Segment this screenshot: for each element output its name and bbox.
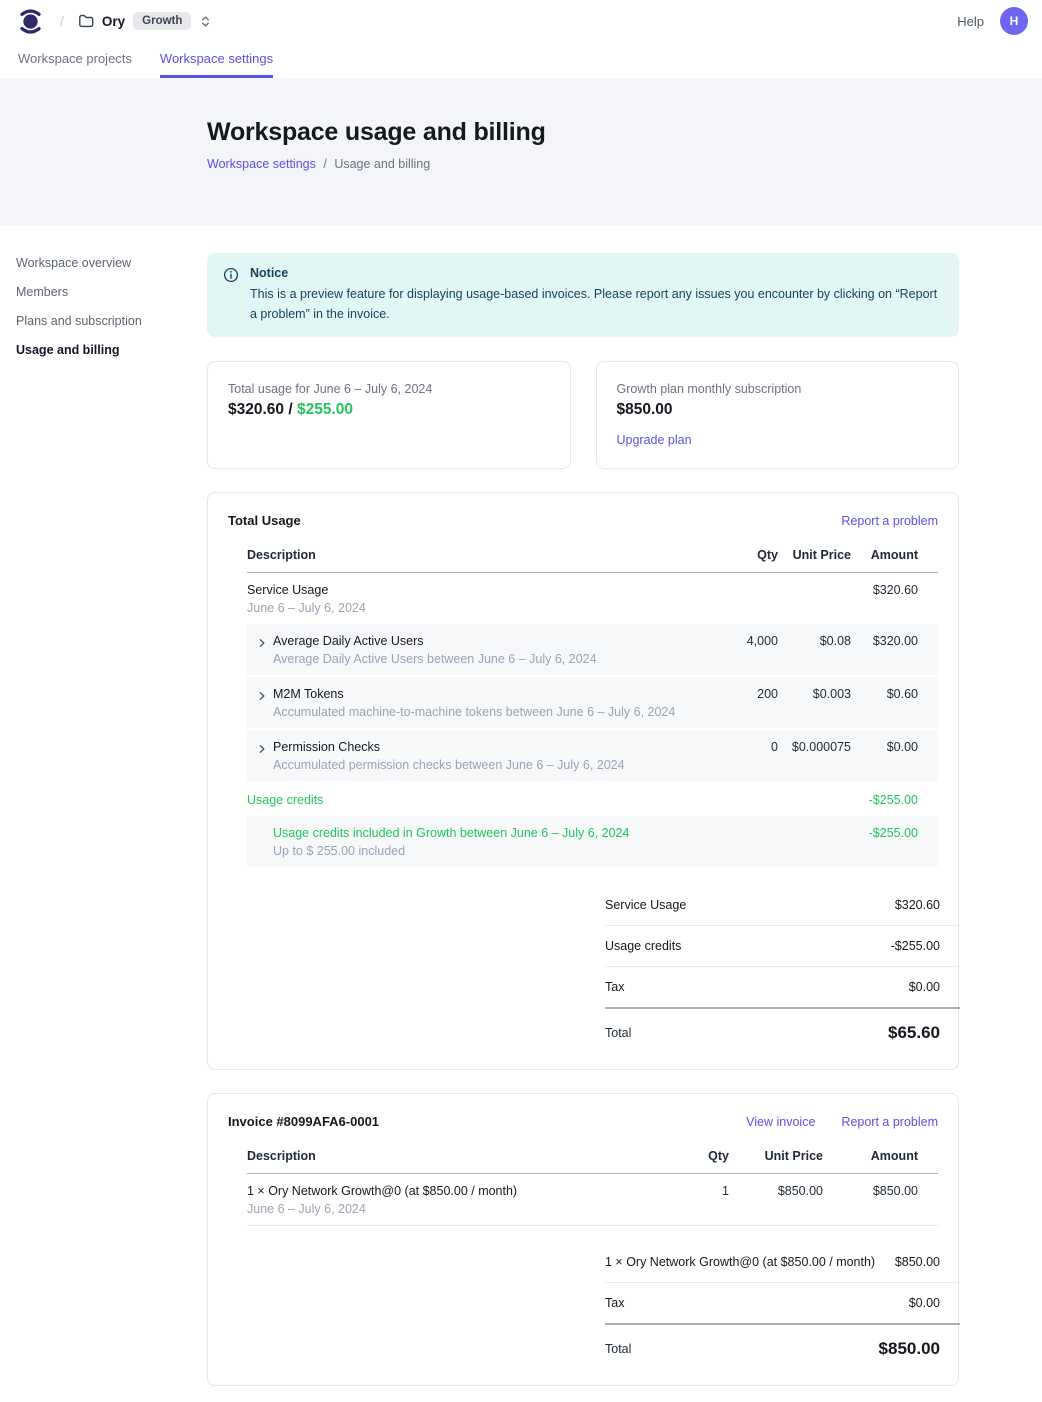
summary-row-plan: 1 × Ory Network Growth@0 (at $850.00 / m… bbox=[605, 1242, 960, 1283]
workspace-picker[interactable]: Ory Growth bbox=[78, 12, 213, 30]
usage-row-credits-included: Usage credits included in Growth between… bbox=[247, 816, 938, 869]
usage-table: Description Qty Unit Price Amount Servic… bbox=[247, 548, 938, 1047]
chevron-updown-icon bbox=[199, 14, 212, 29]
summary-row-tax: Tax $0.00 bbox=[605, 1283, 960, 1325]
view-invoice-link[interactable]: View invoice bbox=[746, 1115, 815, 1129]
invoice-title: Invoice #8099AFA6-0001 bbox=[228, 1114, 379, 1129]
help-link[interactable]: Help bbox=[957, 14, 984, 29]
expand-chevron-icon[interactable] bbox=[247, 634, 273, 650]
tab-workspace-projects[interactable]: Workspace projects bbox=[18, 51, 132, 78]
notice-title: Notice bbox=[250, 266, 940, 280]
usage-card-title: Total Usage bbox=[228, 513, 301, 528]
summary-row-service-usage: Service Usage $320.60 bbox=[605, 885, 960, 926]
invoice-row-growth-plan: 1 × Ory Network Growth@0 (at $850.00 / m… bbox=[247, 1174, 938, 1226]
report-problem-link[interactable]: Report a problem bbox=[841, 1115, 938, 1129]
page-header: Workspace usage and billing Workspace se… bbox=[0, 78, 1042, 226]
total-usage-label: Total usage for June 6 – July 6, 2024 bbox=[228, 382, 550, 396]
usage-summary: Service Usage $320.60 Usage credits -$25… bbox=[605, 885, 960, 1047]
summary-row-total: Total $65.60 bbox=[605, 1009, 960, 1047]
breadcrumb-current: Usage and billing bbox=[334, 157, 430, 171]
usage-table-header: Description Qty Unit Price Amount bbox=[247, 548, 938, 573]
usage-row-average-daily-active-users: Average Daily Active Users Average Daily… bbox=[247, 624, 938, 677]
tab-workspace-settings[interactable]: Workspace settings bbox=[160, 51, 273, 78]
workspace-name: Ory bbox=[102, 14, 125, 29]
total-usage-value: $320.60 / $255.00 bbox=[228, 401, 550, 419]
sidebar-item-usage-and-billing[interactable]: Usage and billing bbox=[16, 343, 186, 357]
breadcrumb: Workspace settings / Usage and billing bbox=[207, 157, 1042, 171]
included-credits-value: $255.00 bbox=[297, 401, 353, 418]
summary-row-total: Total $850.00 bbox=[605, 1325, 960, 1363]
plan-badge: Growth bbox=[133, 12, 191, 30]
usage-row-permission-checks: Permission Checks Accumulated permission… bbox=[247, 730, 938, 783]
invoice-table-header: Description Qty Unit Price Amount bbox=[247, 1149, 938, 1174]
usage-row-service-usage: Service Usage June 6 – July 6, 2024 $320… bbox=[247, 573, 938, 624]
breadcrumb-workspace-settings[interactable]: Workspace settings bbox=[207, 157, 316, 171]
avatar[interactable]: H bbox=[1000, 7, 1028, 35]
sidebar-item-plans-and-subscription[interactable]: Plans and subscription bbox=[16, 314, 186, 328]
subscription-amount: $850.00 bbox=[617, 401, 939, 419]
invoice-summary: 1 × Ory Network Growth@0 (at $850.00 / m… bbox=[605, 1242, 960, 1363]
page-title: Workspace usage and billing bbox=[207, 118, 1042, 147]
sidebar-item-workspace-overview[interactable]: Workspace overview bbox=[16, 256, 186, 270]
preview-notice: Notice This is a preview feature for dis… bbox=[207, 253, 959, 337]
breadcrumb-separator: / bbox=[60, 13, 64, 29]
upgrade-plan-link[interactable]: Upgrade plan bbox=[617, 433, 692, 447]
invoice-card: Invoice #8099AFA6-0001 View invoice Repo… bbox=[207, 1093, 959, 1386]
usage-invoice-card: Total Usage Report a problem Description… bbox=[207, 492, 959, 1070]
ory-logo-icon[interactable] bbox=[18, 6, 44, 36]
summary-row-tax: Tax $0.00 bbox=[605, 967, 960, 1009]
expand-chevron-icon[interactable] bbox=[247, 687, 273, 703]
subscription-label: Growth plan monthly subscription bbox=[617, 382, 939, 396]
sidebar-item-members[interactable]: Members bbox=[16, 285, 186, 299]
subscription-card: Growth plan monthly subscription $850.00… bbox=[596, 361, 960, 469]
report-problem-link[interactable]: Report a problem bbox=[841, 514, 938, 528]
workspace-tabs: Workspace projects Workspace settings bbox=[0, 42, 1042, 78]
expand-chevron-icon[interactable] bbox=[247, 740, 273, 756]
usage-row-usage-credits: Usage credits -$255.00 bbox=[247, 783, 938, 816]
invoice-table: Description Qty Unit Price Amount 1 × Or… bbox=[247, 1149, 938, 1363]
top-bar: / Ory Growth Help H bbox=[0, 0, 1042, 42]
settings-sidebar: Workspace overview Members Plans and sub… bbox=[16, 256, 186, 372]
notice-body: This is a preview feature for displaying… bbox=[250, 284, 940, 324]
info-icon bbox=[223, 266, 239, 324]
total-usage-card: Total usage for June 6 – July 6, 2024 $3… bbox=[207, 361, 571, 469]
folder-icon bbox=[78, 13, 94, 29]
usage-row-m2m-tokens: M2M Tokens Accumulated machine-to-machin… bbox=[247, 677, 938, 730]
summary-row-usage-credits: Usage credits -$255.00 bbox=[605, 926, 960, 967]
